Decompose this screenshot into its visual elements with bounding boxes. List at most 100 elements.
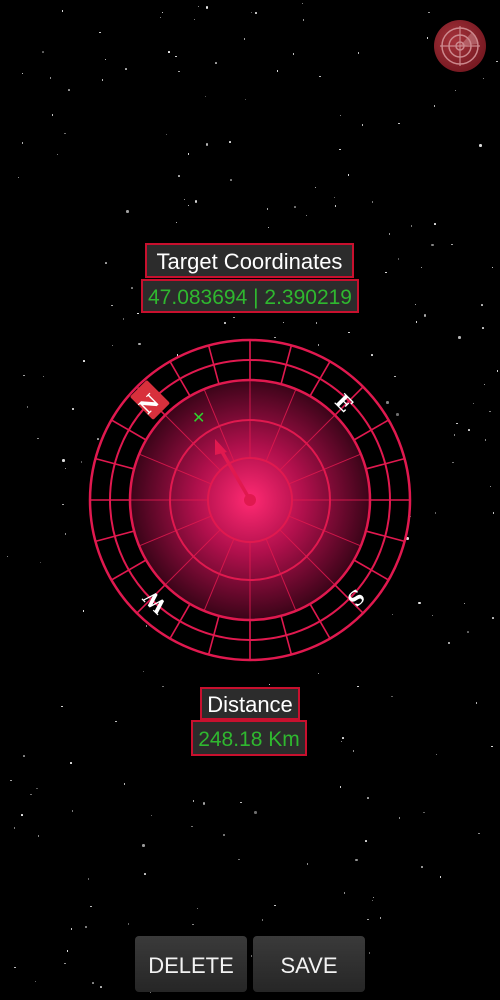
- star: [64, 533, 67, 535]
- star: [193, 18, 196, 21]
- star: [150, 814, 153, 817]
- star: [428, 11, 430, 14]
- star: [492, 512, 495, 514]
- star: [491, 745, 493, 748]
- star: [357, 52, 360, 54]
- star: [66, 950, 69, 952]
- save-button[interactable]: SAVE: [253, 936, 365, 992]
- star: [70, 762, 72, 764]
- star: [426, 37, 429, 39]
- star: [14, 966, 16, 969]
- star: [178, 70, 180, 73]
- star: [302, 19, 305, 21]
- star: [418, 601, 421, 605]
- star: [391, 695, 393, 698]
- star: [70, 928, 73, 930]
- star: [71, 810, 74, 812]
- star: [268, 683, 271, 686]
- radar-icon: [440, 26, 480, 66]
- delete-button[interactable]: DELETE: [135, 936, 247, 992]
- star: [420, 266, 423, 269]
- star: [21, 814, 23, 816]
- star: [379, 917, 382, 919]
- star: [458, 336, 461, 339]
- star: [34, 980, 37, 983]
- star: [339, 114, 342, 117]
- star: [385, 271, 387, 274]
- star: [175, 55, 177, 58]
- star: [431, 614, 434, 617]
- star: [175, 221, 178, 224]
- star: [339, 148, 341, 151]
- star: [483, 383, 486, 386]
- target-coordinates-label: Target Coordinates: [145, 243, 354, 278]
- star: [87, 878, 90, 880]
- star: [64, 132, 66, 135]
- star: [453, 434, 456, 436]
- star: [452, 461, 454, 464]
- star: [197, 5, 200, 8]
- star: [496, 60, 498, 63]
- star: [292, 53, 295, 55]
- star: [434, 512, 437, 514]
- star: [274, 904, 276, 907]
- star: [122, 318, 125, 320]
- star: [434, 223, 436, 225]
- star: [178, 175, 180, 177]
- star: [137, 312, 139, 315]
- star: [104, 58, 107, 61]
- star: [388, 233, 391, 235]
- star: [420, 865, 424, 869]
- star: [238, 858, 240, 861]
- star: [123, 783, 126, 785]
- star: [144, 873, 146, 875]
- star: [339, 786, 342, 788]
- star: [90, 905, 92, 908]
- star: [10, 779, 12, 782]
- star: [23, 755, 25, 757]
- star: [340, 740, 343, 743]
- star: [478, 832, 480, 835]
- star: [472, 402, 475, 405]
- star: [479, 144, 482, 147]
- star: [343, 892, 346, 894]
- star: [115, 720, 117, 723]
- star: [84, 925, 88, 929]
- star: [82, 610, 85, 612]
- star: [49, 77, 52, 79]
- star: [368, 952, 371, 954]
- star: [282, 321, 285, 324]
- compass-dial: N E S W ✕: [88, 338, 412, 662]
- star: [463, 602, 466, 605]
- star: [468, 429, 470, 431]
- radar-button[interactable]: [434, 20, 486, 72]
- star: [347, 174, 350, 176]
- star: [266, 208, 269, 210]
- star: [267, 226, 270, 229]
- star: [423, 314, 427, 317]
- star: [397, 258, 400, 260]
- star: [456, 422, 458, 425]
- distance-value: 248.18 Km: [191, 720, 307, 756]
- star: [361, 124, 364, 126]
- star: [99, 31, 101, 34]
- star: [13, 827, 16, 829]
- star: [42, 375, 45, 378]
- star: [37, 835, 40, 837]
- star: [192, 923, 194, 926]
- star: [367, 797, 369, 799]
- star: [314, 186, 317, 189]
- star: [80, 461, 83, 463]
- star: [481, 304, 483, 306]
- star: [410, 225, 413, 227]
- star: [371, 201, 374, 203]
- star: [21, 142, 24, 144]
- distance-label: Distance: [200, 687, 300, 720]
- star: [433, 105, 436, 107]
- star: [319, 75, 321, 78]
- star: [30, 793, 32, 796]
- star: [205, 6, 209, 9]
- star: [357, 685, 359, 688]
- star: [482, 77, 485, 80]
- star: [229, 141, 231, 143]
